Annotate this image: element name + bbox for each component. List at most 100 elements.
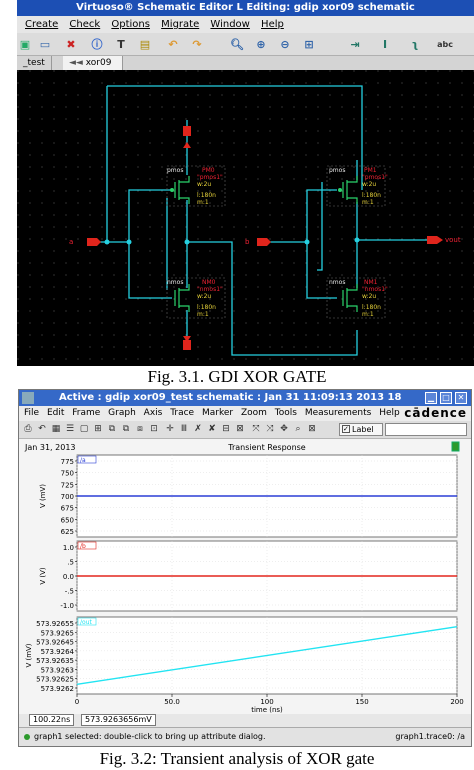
open-icon[interactable]: ▭ bbox=[37, 37, 53, 52]
menu-graph[interactable]: Graph bbox=[108, 406, 136, 421]
plot-area[interactable]: Jan 31, 2013 Transient Response 775 750 72… bbox=[19, 439, 471, 714]
undo-icon[interactable]: ↶ bbox=[165, 37, 181, 52]
pm1-m-label: m:1 bbox=[362, 199, 374, 206]
zoom-icon[interactable]: 🔍︎ bbox=[229, 37, 245, 52]
graph2-icon[interactable]: ⧉ bbox=[121, 424, 131, 435]
redo-icon[interactable]: ↷ bbox=[189, 37, 205, 52]
undo-icon[interactable]: ↶ bbox=[37, 424, 47, 435]
nm0-l-label: l:180n bbox=[197, 304, 216, 311]
close-icon[interactable]: ✕ bbox=[455, 392, 467, 404]
menu-help[interactable]: Help bbox=[261, 19, 284, 30]
stretch-icon[interactable]: ⇥ bbox=[347, 37, 363, 52]
zoom-icon[interactable]: ⌕ bbox=[293, 424, 303, 435]
panel-0-ytick: 675 bbox=[61, 505, 74, 513]
cursor-readout: 100.22ns 573.9263656mV bbox=[19, 714, 471, 727]
pm0-l-label: l:180n bbox=[197, 192, 216, 199]
grid-icon[interactable]: ▦ bbox=[51, 424, 61, 435]
chart-title: Transient Response bbox=[227, 443, 306, 452]
nm1-value-label: "nmos1" bbox=[362, 286, 388, 293]
tab-back-icon: ◄◄ bbox=[69, 58, 83, 68]
menu-options[interactable]: Options bbox=[111, 19, 150, 30]
tab-test[interactable]: _test bbox=[17, 56, 52, 70]
fit-icon[interactable]: ⊠ bbox=[307, 424, 317, 435]
pan-icon[interactable]: ✥ bbox=[279, 424, 289, 435]
graph-icon[interactable]: ⧉ bbox=[107, 424, 117, 435]
zoom-box-icon[interactable]: ⊟ bbox=[221, 424, 231, 435]
figure-caption-1: Fig. 3.1. GDI XOR GATE bbox=[147, 367, 327, 386]
menu-trace[interactable]: Trace bbox=[170, 406, 194, 421]
panel-0-ytick: 650 bbox=[61, 516, 74, 524]
tab-xor09-label: xor09 bbox=[85, 58, 112, 68]
wire-icon[interactable]: Ⅰ bbox=[377, 37, 393, 52]
pm0-value-label: "pmos1" bbox=[197, 174, 223, 181]
axis-icon[interactable]: ⊡ bbox=[149, 424, 159, 435]
waveform-window: Active : gdip xor09_test schematic : Jan… bbox=[18, 389, 472, 747]
panel-2-ytick: 573.92655 bbox=[36, 620, 74, 628]
tab-xor09[interactable]: ◄◄ xor09 bbox=[63, 56, 123, 70]
nm1-w-label: w:2u bbox=[362, 293, 376, 300]
delete-icon[interactable]: ✖ bbox=[63, 37, 79, 52]
panel-1-ytick: .5 bbox=[67, 559, 74, 567]
panel-2-xtick: 0 bbox=[75, 698, 79, 706]
menu-frame[interactable]: Frame bbox=[72, 406, 100, 421]
pin-b-label: b bbox=[245, 238, 250, 246]
toolbar: ⎙ ↶ ▦ ☰ ▢ ⊞ ⧉ ⧉ ⧈ ⊡ ✛ Ⅲ ✗ ✘ ⊟ ⊠ ⤧ ⤨ ✥ ⌕ … bbox=[19, 421, 471, 439]
window-title: Active : gdip xor09_test schematic : Jan… bbox=[59, 392, 402, 403]
zoom-fit-icon[interactable]: ⊠ bbox=[235, 424, 245, 435]
save-icon[interactable]: ▣ bbox=[17, 37, 33, 52]
delete-icon[interactable]: ✘ bbox=[207, 424, 217, 435]
menu-marker[interactable]: Marker bbox=[202, 406, 233, 421]
zoom-out-icon[interactable]: ⊖ bbox=[277, 37, 293, 52]
panel-2-legend-label: /out bbox=[80, 619, 92, 626]
frame-icon[interactable]: ▢ bbox=[79, 424, 89, 435]
menu-check[interactable]: Check bbox=[69, 19, 100, 30]
label-toggle[interactable]: ✓ Label bbox=[339, 423, 383, 436]
menu-bar: File Edit Frame Graph Axis Trace Marker … bbox=[19, 406, 471, 421]
maximize-icon[interactable]: □ bbox=[440, 392, 452, 404]
menu-zoom[interactable]: Zoom bbox=[241, 406, 267, 421]
info-icon[interactable]: ⓘ bbox=[89, 37, 105, 52]
menu-create[interactable]: Create bbox=[25, 19, 58, 30]
menu-tools[interactable]: Tools bbox=[275, 406, 297, 421]
print-icon[interactable]: ⎙ bbox=[23, 424, 33, 435]
menu-file[interactable]: File bbox=[24, 406, 39, 421]
status-text: graph1 selected: double-click to bring u… bbox=[34, 732, 266, 741]
strip-icon[interactable]: ☰ bbox=[65, 424, 75, 435]
nm1-type-label: nmos bbox=[329, 279, 345, 286]
window-icon[interactable]: ▤ bbox=[137, 37, 153, 52]
menu-help[interactable]: Help bbox=[379, 406, 400, 421]
date-label: Jan 31, 2013 bbox=[24, 443, 76, 452]
menu-window[interactable]: Window bbox=[210, 19, 249, 30]
zoom-in-icon[interactable]: ⊕ bbox=[253, 37, 269, 52]
abc-icon[interactable]: abc bbox=[437, 37, 453, 52]
run-indicator-icon bbox=[451, 441, 460, 452]
panel-0-ytick: 725 bbox=[61, 481, 74, 489]
panel-2-ytick: 573.9264 bbox=[41, 648, 75, 656]
menu-axis[interactable]: Axis bbox=[144, 406, 163, 421]
wire-narrow-icon[interactable]: ʅ bbox=[407, 37, 423, 52]
split-icon[interactable]: ⊞ bbox=[93, 424, 103, 435]
menu-migrate[interactable]: Migrate bbox=[161, 19, 199, 30]
pm1-value-label: "pmos1" bbox=[362, 174, 388, 181]
zoom-y-icon[interactable]: ⤨ bbox=[265, 424, 275, 435]
panel-1-ytick: -1.0 bbox=[60, 602, 74, 610]
zoom-x-icon[interactable]: ⤧ bbox=[251, 424, 261, 435]
pm1-type-label: pmos bbox=[329, 167, 345, 174]
waveform-chart: Jan 31, 2013 Transient Response 775 750 72… bbox=[24, 441, 464, 714]
nm1-l-label: l:180n bbox=[362, 304, 381, 311]
menu-measurements[interactable]: Measurements bbox=[305, 406, 371, 421]
panel-2-ytick: 573.9262 bbox=[41, 685, 74, 693]
pm1-l-label: l:180n bbox=[362, 192, 381, 199]
bars-icon[interactable]: Ⅲ bbox=[179, 424, 189, 435]
label-input[interactable] bbox=[385, 423, 467, 436]
nm0-value-label: "nmos1" bbox=[197, 286, 223, 293]
schematic-canvas[interactable]: pmos PM0 "pmos1" w:2u l:180n m:1 nmos NM… bbox=[17, 70, 474, 366]
marker-icon[interactable]: ✛ bbox=[165, 424, 175, 435]
minimize-icon[interactable]: ▁ bbox=[425, 392, 437, 404]
text-icon[interactable]: T bbox=[113, 37, 129, 52]
cross-icon[interactable]: ✗ bbox=[193, 424, 203, 435]
graph3-icon[interactable]: ⧈ bbox=[135, 424, 145, 435]
fit-icon[interactable]: ⊞ bbox=[301, 37, 317, 52]
menu-edit[interactable]: Edit bbox=[47, 406, 64, 421]
status-right: graph1.trace0: /a bbox=[395, 732, 465, 741]
